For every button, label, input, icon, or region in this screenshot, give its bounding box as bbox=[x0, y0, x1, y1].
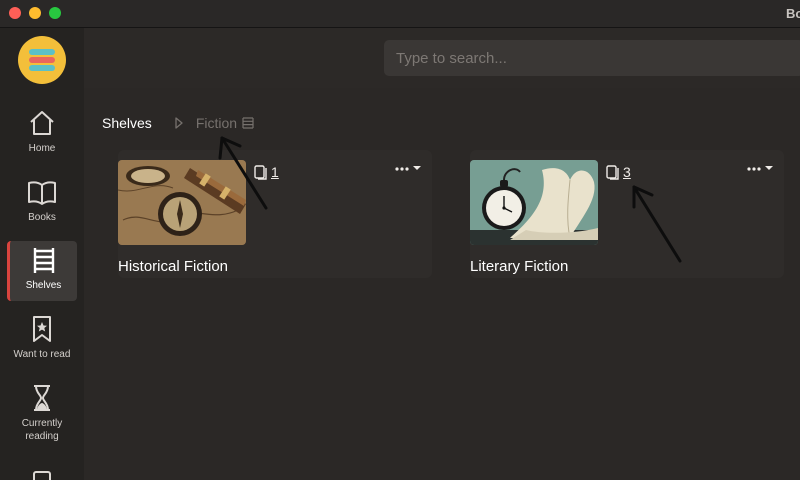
shelf-card-historical-fiction[interactable]: 1 Historical Fiction bbox=[118, 150, 432, 278]
shelf-thumbnail[interactable] bbox=[470, 160, 598, 245]
shelf-card-literary-fiction[interactable]: 3 Literary Fiction bbox=[470, 150, 784, 278]
sidebar-item-home[interactable]: Home bbox=[7, 104, 77, 164]
open-book-icon bbox=[28, 181, 56, 205]
shelves-icon bbox=[33, 248, 54, 273]
app-window: Bo Home Books Shelves Want to read Curre… bbox=[0, 0, 800, 480]
sidebar: Home Books Shelves Want to read Currentl… bbox=[0, 28, 84, 480]
breadcrumb-shelves-link[interactable]: Shelves bbox=[102, 115, 152, 131]
shelf-name: Literary Fiction bbox=[470, 258, 569, 275]
sidebar-item-label: Currently reading bbox=[21, 418, 63, 442]
edit-icon bbox=[33, 471, 51, 480]
chevron-right-icon bbox=[175, 117, 183, 129]
shelf-name: Historical Fiction bbox=[118, 258, 229, 275]
logo-area bbox=[0, 28, 84, 92]
books-count-icon bbox=[606, 164, 619, 180]
breadcrumb-current: Fiction bbox=[195, 115, 238, 131]
books-count-icon bbox=[254, 164, 267, 180]
sidebar-item-label: Books bbox=[28, 212, 56, 223]
window-title: Bo bbox=[786, 6, 800, 21]
breadcrumb: Shelves Fiction bbox=[102, 114, 254, 132]
shelf-menu-button[interactable] bbox=[394, 162, 424, 174]
sidebar-item-shelves[interactable]: Shelves bbox=[7, 241, 77, 301]
hourglass-icon bbox=[34, 385, 50, 411]
sidebar-item-label: Home bbox=[28, 143, 56, 154]
book-count-value: 3 bbox=[623, 164, 631, 180]
books-stack-logo bbox=[18, 36, 66, 84]
sidebar-item-books[interactable]: Books bbox=[7, 173, 77, 233]
minimize-window-button[interactable] bbox=[29, 7, 41, 19]
book-count[interactable]: 1 bbox=[254, 164, 279, 180]
sidebar-item-currently-reading[interactable]: Currently reading bbox=[7, 379, 77, 442]
antique-map-thumbnail bbox=[118, 160, 246, 245]
title-bar: Bo bbox=[0, 0, 800, 28]
book-count-value: 1 bbox=[271, 164, 279, 180]
more-options-icon bbox=[395, 166, 421, 171]
book-count[interactable]: 3 bbox=[606, 164, 631, 180]
sidebar-item-label: Shelves bbox=[25, 280, 62, 291]
home-icon bbox=[30, 111, 54, 135]
main-content: Shelves Fiction 1 Historical Fiction 3 L… bbox=[84, 88, 800, 480]
shelf-menu-button[interactable] bbox=[746, 162, 776, 174]
sidebar-item-label: Want to read bbox=[13, 349, 71, 360]
top-bar bbox=[84, 28, 800, 88]
list-icon[interactable] bbox=[242, 117, 254, 129]
close-window-button[interactable] bbox=[9, 7, 21, 19]
zoom-window-button[interactable] bbox=[49, 7, 61, 19]
search-input[interactable] bbox=[384, 40, 800, 76]
sidebar-item-want-to-read[interactable]: Want to read bbox=[7, 310, 77, 370]
bookmark-star-icon bbox=[33, 316, 51, 342]
sidebar-item-partial[interactable] bbox=[7, 462, 77, 480]
pocket-watch-book-thumbnail bbox=[470, 160, 598, 245]
shelf-thumbnail[interactable] bbox=[118, 160, 246, 245]
more-options-icon bbox=[747, 166, 773, 171]
